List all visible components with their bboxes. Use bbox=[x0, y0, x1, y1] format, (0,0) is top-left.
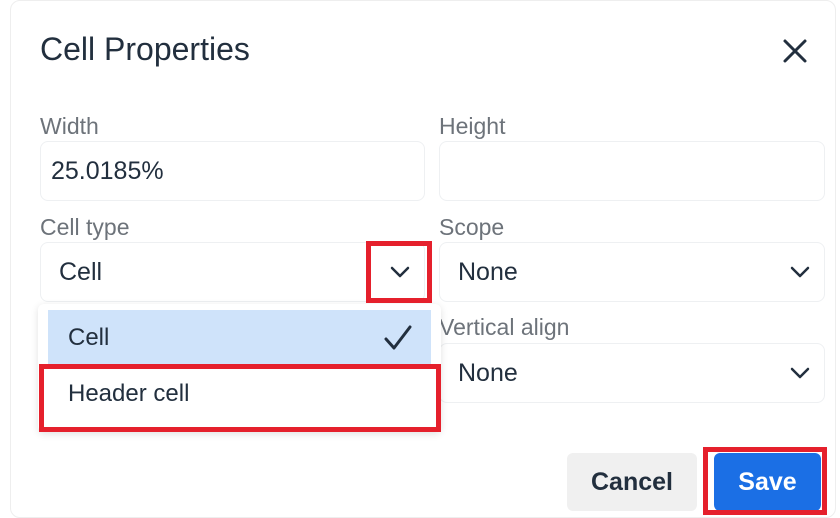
vertical-align-select[interactable]: None bbox=[439, 343, 825, 403]
cell-properties-dialog: Cell Properties Width 25.0185% Height Ce… bbox=[10, 0, 836, 518]
checkmark-icon bbox=[383, 324, 413, 352]
save-button[interactable]: Save bbox=[714, 453, 821, 511]
cell-type-select[interactable]: Cell bbox=[40, 242, 425, 302]
menu-item-label: Header cell bbox=[68, 380, 190, 407]
vertical-align-label: Vertical align bbox=[439, 314, 570, 340]
width-value: 25.0185% bbox=[51, 156, 164, 185]
scope-select[interactable]: None bbox=[439, 242, 825, 302]
height-input[interactable] bbox=[439, 141, 825, 201]
width-label: Width bbox=[40, 113, 99, 139]
chevron-down-icon bbox=[790, 366, 810, 380]
chevron-down-icon[interactable] bbox=[390, 265, 410, 279]
height-label: Height bbox=[439, 113, 506, 139]
chevron-down-icon bbox=[790, 265, 810, 279]
scope-value: None bbox=[458, 257, 518, 286]
cell-type-dropdown-menu: Cell Header cell bbox=[38, 304, 441, 432]
width-input[interactable]: 25.0185% bbox=[40, 141, 425, 201]
vertical-align-value: None bbox=[458, 358, 518, 387]
dialog-title: Cell Properties bbox=[40, 31, 250, 67]
menu-item-header-cell[interactable]: Header cell bbox=[48, 366, 431, 422]
menu-item-label: Cell bbox=[68, 324, 110, 351]
menu-item-cell[interactable]: Cell bbox=[48, 310, 431, 366]
cell-type-value: Cell bbox=[59, 257, 103, 286]
scope-label: Scope bbox=[439, 214, 505, 240]
close-icon[interactable] bbox=[781, 37, 809, 65]
cancel-button[interactable]: Cancel bbox=[567, 453, 697, 511]
cell-type-label: Cell type bbox=[40, 214, 130, 240]
